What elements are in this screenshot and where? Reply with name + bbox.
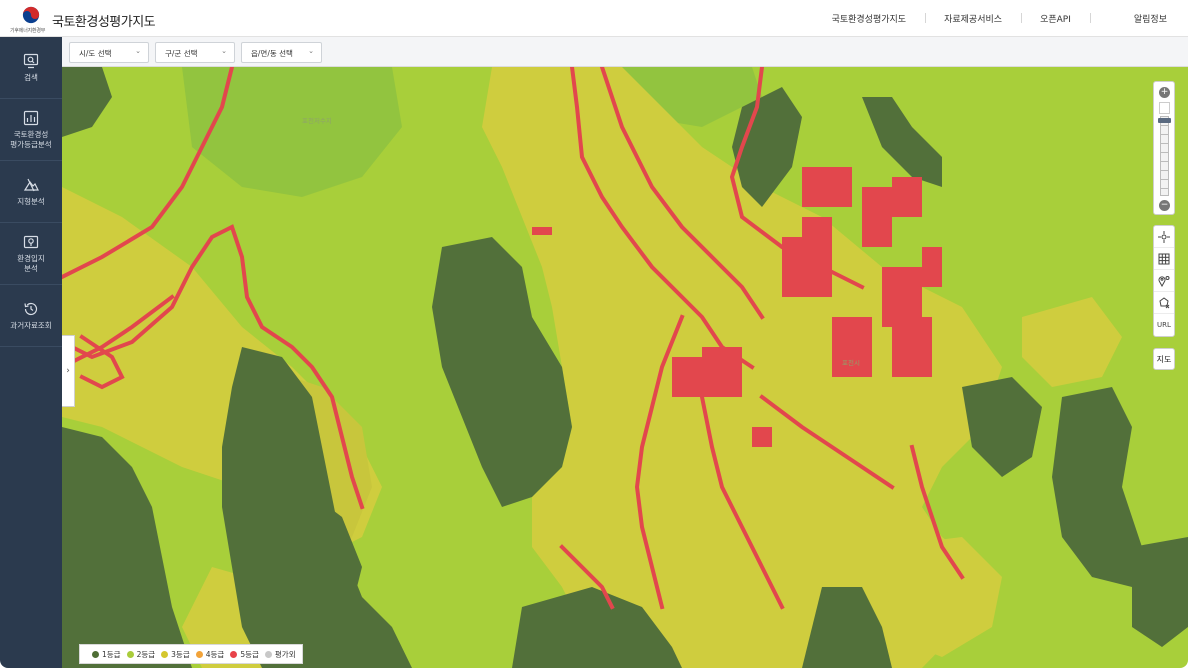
tool-url[interactable]: URL	[1154, 314, 1174, 336]
legend-item-grade1: 1등급	[92, 649, 121, 660]
sidebar-collapse-toggle[interactable]: ›	[62, 335, 75, 407]
nav-data-service[interactable]: 자료제공서비스	[925, 12, 1021, 25]
nav-open-api[interactable]: 오픈API	[1021, 12, 1090, 25]
sidebar-item-label: 지형분석	[17, 196, 45, 206]
chevron-down-icon: ⌄	[308, 47, 314, 55]
terrain-icon	[23, 178, 39, 191]
zoom-out-button[interactable]: −	[1159, 200, 1170, 211]
legend-swatch	[230, 650, 238, 658]
gugun-select-value: 구/군 선택	[165, 49, 198, 58]
url-label: URL	[1157, 321, 1171, 329]
legend-label: 4등급	[205, 649, 225, 659]
legend-swatch	[92, 650, 99, 658]
sidebar-item-label: 검색	[24, 72, 38, 82]
zoom-level-box	[1159, 102, 1170, 114]
sidebar-item-grade-analysis[interactable]: 국토환경성 평가등급분석	[0, 99, 62, 161]
legend-swatch	[161, 650, 169, 658]
zoom-in-button[interactable]: +	[1159, 87, 1170, 98]
grade-legend: 1등급 2등급 3등급 4등급 5등급 평가외	[79, 644, 303, 664]
sidebar-item-location[interactable]: 환경입지 분석	[0, 223, 62, 285]
sidebar: 검색 국토환경성 평가등급분석 지형분석 환경입지 분석 과거자료조회	[0, 37, 62, 668]
ministry-name: 기후에너지환경부	[10, 28, 46, 34]
zoom-slider-track[interactable]	[1160, 116, 1169, 196]
map-canvas[interactable]: 포천저수지 포천시	[62, 67, 1188, 668]
sidebar-item-label: 국토환경성 평가등급분석	[10, 129, 52, 149]
map-tools: URL	[1153, 225, 1175, 337]
legend-label: 1등급	[102, 649, 121, 659]
tool-measure[interactable]	[1154, 226, 1174, 248]
legend-label: 3등급	[171, 649, 190, 659]
dong-select[interactable]: 읍/면/동 선택 ⌄	[241, 42, 322, 63]
sidebar-item-label: 환경입지 분석	[17, 253, 45, 273]
legend-item-grade4: 4등급	[195, 649, 225, 660]
sidebar-item-label: 과거자료조회	[10, 320, 52, 330]
region-filter-bar: 시/도 선택 ⌄ 구/군 선택 ⌄ 읍/면/동 선택 ⌄	[62, 37, 1188, 67]
sidebar-item-history[interactable]: 과거자료조회	[0, 285, 62, 347]
grade-map-layer	[62, 67, 1188, 668]
sido-select[interactable]: 시/도 선택 ⌄	[69, 42, 149, 63]
gugun-select[interactable]: 구/군 선택 ⌄	[155, 42, 235, 63]
dong-select-value: 읍/면/동 선택	[251, 49, 293, 58]
legend-item-grade3: 3등급	[161, 649, 190, 660]
grid-icon	[1158, 253, 1170, 264]
nav-notice[interactable]: 알림정보	[1089, 12, 1188, 25]
tool-area-clear[interactable]	[1154, 292, 1174, 314]
chevron-down-icon: ⌄	[135, 47, 141, 55]
sidebar-item-search[interactable]: 검색	[0, 37, 62, 99]
nav-eval-map[interactable]: 국토환경성평가지도	[813, 12, 926, 25]
taegeuk-emblem-icon	[22, 6, 40, 24]
legend-item-unrated: 평가외	[264, 649, 296, 660]
legend-label: 5등급	[240, 649, 259, 659]
ministry-logo[interactable]: 기후에너지환경부	[10, 4, 54, 36]
app-title[interactable]: 국토환경성평가지도	[52, 11, 156, 30]
zoom-control: + −	[1153, 81, 1175, 215]
legend-label: 2등급	[136, 649, 156, 659]
tool-location[interactable]	[1154, 270, 1174, 292]
grade1-area	[1132, 537, 1188, 647]
polygon-clear-icon	[1159, 296, 1170, 308]
legend-swatch	[195, 650, 203, 658]
legend-swatch	[264, 650, 272, 658]
location-pin-icon	[1158, 275, 1170, 287]
top-bar: 기후에너지환경부 국토환경성평가지도 국토환경성평가지도 자료제공서비스 오픈A…	[0, 0, 1188, 37]
legend-item-grade5: 5등급	[230, 649, 259, 660]
top-nav: 국토환경성평가지도 자료제공서비스 오픈API 알림정보	[813, 0, 1188, 37]
legend-label: 평가외	[274, 649, 296, 659]
place-label: 포천시	[842, 359, 860, 367]
monitor-search-icon	[23, 53, 39, 68]
legend-swatch	[126, 650, 134, 658]
history-icon	[24, 302, 38, 315]
sidebar-item-terrain[interactable]: 지형분석	[0, 161, 62, 223]
tool-grid[interactable]	[1154, 248, 1174, 270]
legend-item-grade2: 2등급	[126, 649, 156, 660]
zoom-slider-handle[interactable]	[1158, 118, 1171, 123]
bar-chart-icon	[23, 110, 39, 125]
map-pin-icon	[23, 235, 39, 248]
app-window: 기후에너지환경부 국토환경성평가지도 국토환경성평가지도 자료제공서비스 오픈A…	[0, 0, 1188, 668]
chevron-down-icon: ⌄	[221, 47, 227, 55]
map-type-button[interactable]: 지도	[1153, 348, 1175, 370]
measure-icon	[1158, 230, 1170, 243]
sido-select-value: 시/도 선택	[79, 49, 112, 58]
place-label: 포천저수지	[302, 117, 332, 125]
